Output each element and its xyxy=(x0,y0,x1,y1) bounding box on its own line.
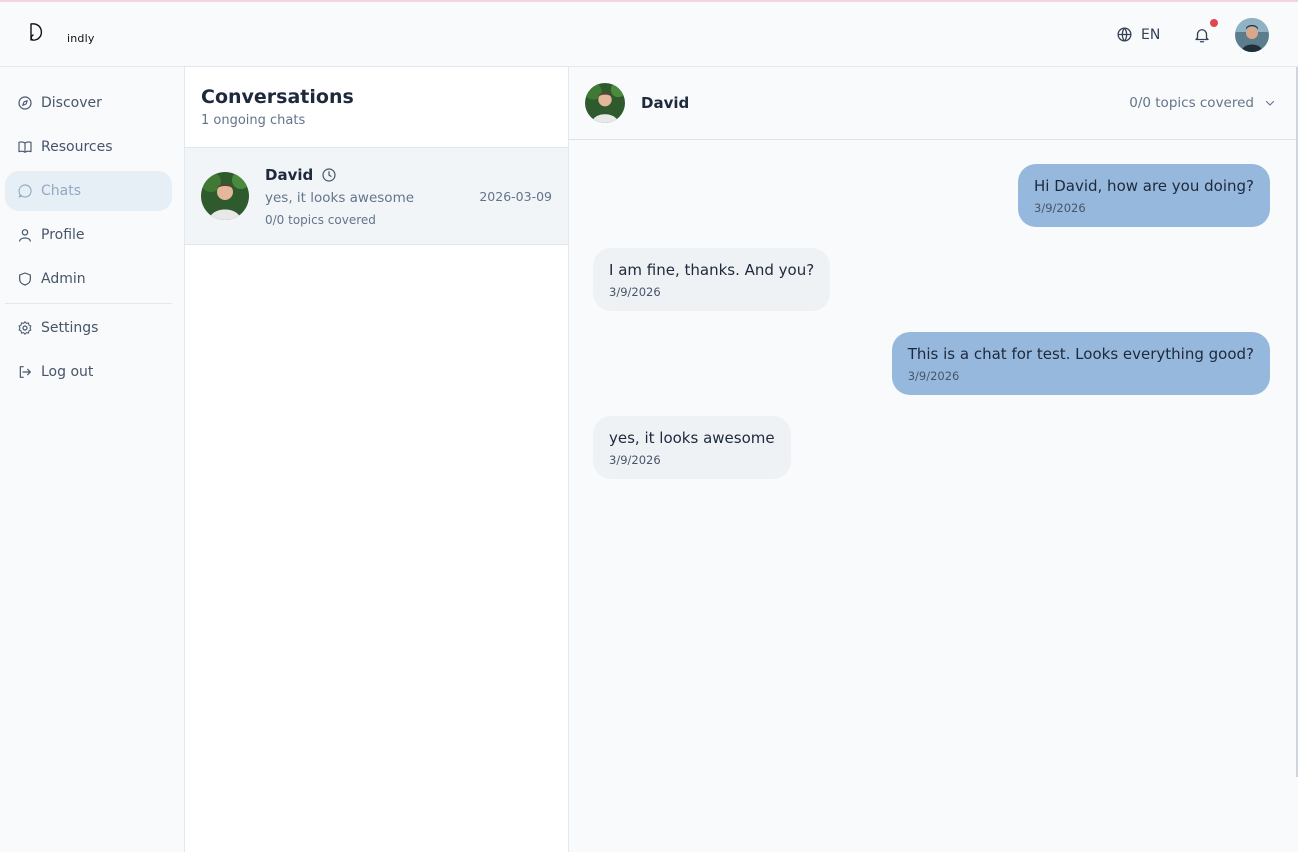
sidebar-item-admin[interactable]: Admin xyxy=(5,259,172,299)
chat-header: David 0/0 topics covered xyxy=(569,67,1298,140)
topics-label: 0/0 topics covered xyxy=(1129,95,1254,111)
chat-panel: David 0/0 topics covered Hi David, how a… xyxy=(569,67,1298,852)
message-bubble-incoming: yes, it looks awesome 3/9/2026 xyxy=(593,416,791,479)
sidebar-item-label: Settings xyxy=(41,320,99,336)
message-bubble-incoming: I am fine, thanks. And you? 3/9/2026 xyxy=(593,248,831,311)
message-text: Hi David, how are you doing? xyxy=(1034,177,1254,195)
sidebar-divider xyxy=(5,303,172,304)
bell-icon xyxy=(1195,29,1209,43)
sidebar-item-logout[interactable]: Log out xyxy=(5,352,172,392)
language-selector[interactable]: EN xyxy=(1116,26,1160,43)
message-bubble-outgoing: This is a chat for test. Looks everythin… xyxy=(891,332,1270,395)
avatar xyxy=(585,83,625,123)
sidebar-item-settings[interactable]: Settings xyxy=(5,308,172,348)
logout-icon xyxy=(19,366,31,378)
chat-bubble-icon xyxy=(18,184,32,198)
sidebar-item-label: Resources xyxy=(41,139,113,155)
gear-icon xyxy=(18,321,32,335)
message-bubble-outgoing: Hi David, how are you doing? 3/9/2026 xyxy=(1018,164,1270,227)
message-text: This is a chat for test. Looks everythin… xyxy=(907,345,1254,363)
message-time: 3/9/2026 xyxy=(609,453,661,467)
conversations-panel: Conversations 1 ongoing chats David yes,… xyxy=(185,67,569,852)
message-text: I am fine, thanks. And you? xyxy=(609,261,815,279)
message-time: 3/9/2026 xyxy=(609,285,661,299)
logo-text: indly xyxy=(67,32,95,45)
user-avatar[interactable] xyxy=(1235,18,1269,52)
sidebar-item-label: Discover xyxy=(41,95,102,111)
sidebar-item-label: Admin xyxy=(41,271,86,287)
sidebar: Discover Resources Chats Profile Admin S… xyxy=(0,67,185,852)
message-time: 3/9/2026 xyxy=(907,369,960,383)
conversation-topics: 0/0 topics covered xyxy=(265,213,376,227)
book-icon xyxy=(18,141,32,153)
sidebar-item-label: Log out xyxy=(41,364,94,380)
shield-icon xyxy=(19,272,31,286)
chat-partner-name: David xyxy=(641,94,690,112)
topics-dropdown[interactable]: 0/0 topics covered xyxy=(1129,95,1276,111)
message-text: yes, it looks awesome xyxy=(609,429,775,447)
sidebar-item-discover[interactable]: Discover xyxy=(5,83,172,123)
conversation-last-message: yes, it looks awesome xyxy=(265,190,415,206)
compass-icon xyxy=(18,96,32,110)
notifications-button[interactable] xyxy=(1193,25,1211,45)
chevron-down-icon xyxy=(1265,100,1275,106)
sidebar-item-resources[interactable]: Resources xyxy=(5,127,172,167)
avatar-image xyxy=(201,172,249,220)
conversation-name-row: David xyxy=(265,166,337,184)
globe-icon xyxy=(1117,27,1132,42)
sidebar-item-label: Profile xyxy=(41,227,85,243)
language-label: EN xyxy=(1141,26,1161,43)
avatar-image xyxy=(585,83,625,123)
conversations-subtitle: 1 ongoing chats xyxy=(201,113,306,128)
sidebar-item-profile[interactable]: Profile xyxy=(5,215,172,255)
message-time: 3/9/2026 xyxy=(1034,201,1086,215)
sidebar-item-chats[interactable]: Chats xyxy=(5,171,172,211)
top-bar: indly EN xyxy=(0,2,1298,67)
user-icon xyxy=(19,229,31,242)
notification-badge xyxy=(1210,19,1218,27)
app-logo[interactable]: indly xyxy=(27,20,94,50)
avatar xyxy=(201,172,249,220)
clock-icon xyxy=(322,168,336,182)
conversation-list-item[interactable]: David yes, it looks awesome 0/0 topics c… xyxy=(185,148,568,245)
conversations-title: Conversations xyxy=(201,86,354,108)
conversation-date: 2026-03-09 xyxy=(479,189,552,204)
avatar-image xyxy=(1235,18,1269,52)
conversation-name: David xyxy=(265,166,314,184)
sidebar-item-label: Chats xyxy=(41,183,82,199)
conversations-header: Conversations 1 ongoing chats xyxy=(185,67,568,148)
